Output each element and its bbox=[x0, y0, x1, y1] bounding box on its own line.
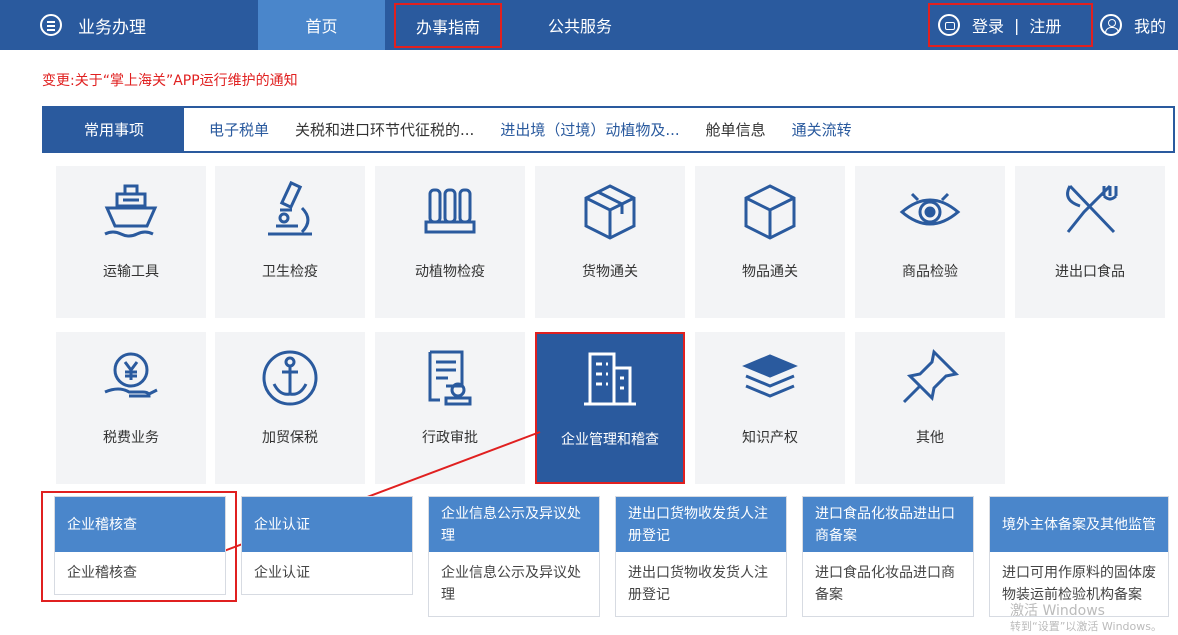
card-overseas-entity-filing[interactable]: 境外主体备案及其他监管 进口可用作原料的固体废物装运前检验机构备案 bbox=[989, 496, 1169, 617]
card-item[interactable]: 企业信息公示及异议处理 bbox=[429, 552, 599, 616]
card-header[interactable]: 进口食品化妆品进出口商备案 bbox=[803, 497, 973, 552]
card-header[interactable]: 进出口货物收发货人注册登记 bbox=[616, 497, 786, 552]
card-enterprise-info-disclosure[interactable]: 企业信息公示及异议处理 企业信息公示及异议处理 bbox=[428, 496, 600, 617]
card-item[interactable]: 企业认证 bbox=[242, 552, 412, 594]
card-item[interactable]: 进口食品化妆品进口商备案 bbox=[803, 552, 973, 616]
card-consignor-registration[interactable]: 进出口货物收发货人注册登记 进出口货物收发货人注册登记 bbox=[615, 496, 787, 617]
card-header[interactable]: 企业认证 bbox=[242, 497, 412, 552]
highlight-box bbox=[41, 491, 237, 602]
card-header[interactable]: 境外主体备案及其他监管 bbox=[990, 497, 1168, 552]
card-item[interactable]: 进出口货物收发货人注册登记 bbox=[616, 552, 786, 616]
watermark-title: 激活 Windows bbox=[1010, 603, 1105, 619]
windows-watermark: 激活 Windows 转到“设置”以激活 Windows。 bbox=[1010, 604, 1162, 634]
card-food-cosmetics-filing[interactable]: 进口食品化妆品进出口商备案 进口食品化妆品进口商备案 bbox=[802, 496, 974, 617]
card-header[interactable]: 企业信息公示及异议处理 bbox=[429, 497, 599, 552]
card-enterprise-certification[interactable]: 企业认证 企业认证 bbox=[241, 496, 413, 595]
watermark-subtitle: 转到“设置”以激活 Windows。 bbox=[1010, 620, 1162, 633]
